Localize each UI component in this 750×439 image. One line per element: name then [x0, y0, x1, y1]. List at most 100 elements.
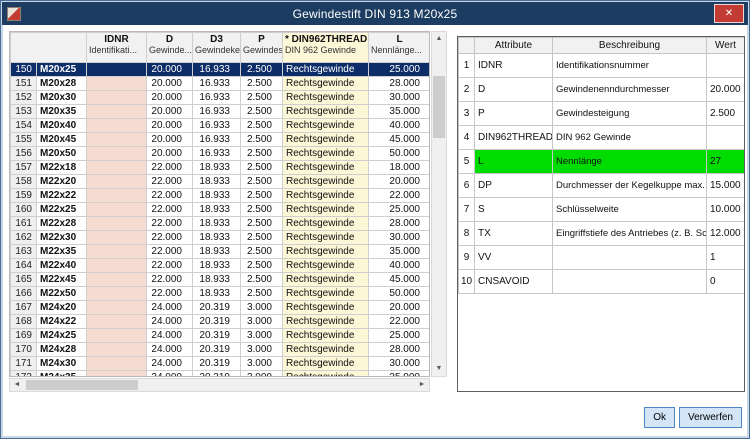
part-cell-thread[interactable]: Rechtsgewinde [283, 301, 369, 315]
part-row[interactable]: 158M22x2022.00018.9332.500Rechtsgewinde2… [11, 175, 431, 189]
attr-header-beschreibung[interactable]: Beschreibung [553, 38, 707, 54]
part-cell-p[interactable]: 3.000 [241, 343, 283, 357]
part-cell-num[interactable]: 152 [11, 91, 37, 105]
scroll-down-arrow[interactable]: ▼ [432, 362, 446, 376]
part-row[interactable]: 151M20x2820.00016.9332.500Rechtsgewinde2… [11, 77, 431, 91]
part-cell-d[interactable]: 24.000 [147, 357, 193, 371]
part-cell-d3[interactable]: 20.319 [193, 329, 241, 343]
part-cell-idnr[interactable] [87, 203, 147, 217]
part-row[interactable]: 164M22x4022.00018.9332.500Rechtsgewinde4… [11, 259, 431, 273]
part-cell-thread[interactable]: Rechtsgewinde [283, 161, 369, 175]
part-cell-label[interactable]: M20x30 [37, 91, 87, 105]
horizontal-scrollbar[interactable]: ◄ ► [9, 378, 430, 392]
part-cell-label[interactable]: M20x25 [37, 63, 87, 77]
part-cell-d[interactable]: 22.000 [147, 203, 193, 217]
part-cell-l[interactable]: 25.000 [369, 63, 431, 77]
part-cell-p[interactable]: 2.500 [241, 273, 283, 287]
part-cell-d3[interactable]: 18.933 [193, 287, 241, 301]
part-cell-idnr[interactable] [87, 245, 147, 259]
part-cell-idnr[interactable] [87, 259, 147, 273]
part-cell-d[interactable]: 20.000 [147, 133, 193, 147]
part-cell-num[interactable]: 163 [11, 245, 37, 259]
attr-cell-wert[interactable]: 2.500 [707, 102, 745, 126]
discard-button[interactable]: Verwerfen [679, 407, 742, 428]
part-cell-d[interactable]: 20.000 [147, 119, 193, 133]
part-cell-num[interactable]: 164 [11, 259, 37, 273]
part-cell-l[interactable]: 22.000 [369, 189, 431, 203]
part-cell-d3[interactable]: 20.319 [193, 301, 241, 315]
part-cell-l[interactable]: 20.000 [369, 175, 431, 189]
part-row[interactable]: 171M24x3024.00020.3193.000Rechtsgewinde3… [11, 357, 431, 371]
part-cell-idnr[interactable] [87, 231, 147, 245]
attr-cell-wert[interactable] [707, 54, 745, 78]
part-cell-l[interactable]: 28.000 [369, 77, 431, 91]
part-cell-d[interactable]: 22.000 [147, 231, 193, 245]
col-header-d3[interactable]: D3 Gewindeke... [193, 33, 241, 63]
part-cell-label[interactable]: M24x28 [37, 343, 87, 357]
attribute-row[interactable]: 8TXEingriffstiefe des Antriebes (z. B. S… [459, 222, 745, 246]
part-cell-num[interactable]: 169 [11, 329, 37, 343]
part-cell-thread[interactable]: Rechtsgewinde [283, 329, 369, 343]
part-cell-d3[interactable]: 18.933 [193, 273, 241, 287]
part-row[interactable]: 165M22x4522.00018.9332.500Rechtsgewinde4… [11, 273, 431, 287]
part-cell-p[interactable]: 3.000 [241, 371, 283, 378]
part-row[interactable]: 166M22x5022.00018.9332.500Rechtsgewinde5… [11, 287, 431, 301]
part-cell-idnr[interactable] [87, 315, 147, 329]
part-cell-num[interactable]: 165 [11, 273, 37, 287]
part-cell-label[interactable]: M22x40 [37, 259, 87, 273]
part-cell-p[interactable]: 3.000 [241, 357, 283, 371]
part-cell-p[interactable]: 2.500 [241, 147, 283, 161]
part-cell-d[interactable]: 20.000 [147, 147, 193, 161]
part-cell-idnr[interactable] [87, 273, 147, 287]
part-cell-d3[interactable]: 18.933 [193, 161, 241, 175]
scroll-right-arrow[interactable]: ► [415, 379, 429, 391]
part-cell-d[interactable]: 22.000 [147, 245, 193, 259]
horizontal-scroll-thumb[interactable] [26, 380, 138, 390]
part-row[interactable]: 172M24x3524.00020.3193.000Rechtsgewinde3… [11, 371, 431, 378]
part-cell-l[interactable]: 40.000 [369, 119, 431, 133]
part-cell-label[interactable]: M24x20 [37, 301, 87, 315]
part-cell-label[interactable]: M20x40 [37, 119, 87, 133]
part-cell-num[interactable]: 154 [11, 119, 37, 133]
part-cell-label[interactable]: M24x30 [37, 357, 87, 371]
part-cell-d[interactable]: 20.000 [147, 63, 193, 77]
part-cell-idnr[interactable] [87, 91, 147, 105]
part-cell-p[interactable]: 2.500 [241, 77, 283, 91]
part-cell-l[interactable]: 30.000 [369, 231, 431, 245]
part-cell-p[interactable]: 2.500 [241, 259, 283, 273]
part-cell-idnr[interactable] [87, 329, 147, 343]
ok-button[interactable]: Ok [644, 407, 675, 428]
part-cell-num[interactable]: 166 [11, 287, 37, 301]
attr-header-attribute[interactable]: Attribute [475, 38, 553, 54]
part-row[interactable]: 167M24x2024.00020.3193.000Rechtsgewinde2… [11, 301, 431, 315]
part-row[interactable]: 156M20x5020.00016.9332.500Rechtsgewinde5… [11, 147, 431, 161]
part-cell-d3[interactable]: 16.933 [193, 147, 241, 161]
part-cell-label[interactable]: M20x28 [37, 77, 87, 91]
part-cell-d3[interactable]: 18.933 [193, 203, 241, 217]
part-cell-num[interactable]: 167 [11, 301, 37, 315]
part-cell-thread[interactable]: Rechtsgewinde [283, 147, 369, 161]
part-cell-l[interactable]: 35.000 [369, 371, 431, 378]
part-cell-d3[interactable]: 16.933 [193, 91, 241, 105]
attr-cell-wert[interactable]: 0 [707, 270, 745, 294]
part-cell-label[interactable]: M22x25 [37, 203, 87, 217]
part-cell-num[interactable]: 170 [11, 343, 37, 357]
part-cell-d3[interactable]: 20.319 [193, 315, 241, 329]
part-row[interactable]: 152M20x3020.00016.9332.500Rechtsgewinde3… [11, 91, 431, 105]
part-cell-l[interactable]: 45.000 [369, 133, 431, 147]
part-cell-p[interactable]: 2.500 [241, 287, 283, 301]
attr-cell-wert[interactable]: 27 [707, 150, 745, 174]
part-cell-l[interactable]: 20.000 [369, 301, 431, 315]
part-cell-l[interactable]: 28.000 [369, 217, 431, 231]
part-cell-num[interactable]: 158 [11, 175, 37, 189]
part-cell-thread[interactable]: Rechtsgewinde [283, 231, 369, 245]
part-cell-d3[interactable]: 18.933 [193, 189, 241, 203]
part-row[interactable]: 153M20x3520.00016.9332.500Rechtsgewinde3… [11, 105, 431, 119]
part-cell-label[interactable]: M20x50 [37, 147, 87, 161]
attr-cell-wert[interactable] [707, 126, 745, 150]
part-cell-num[interactable]: 151 [11, 77, 37, 91]
part-cell-p[interactable]: 2.500 [241, 245, 283, 259]
part-cell-thread[interactable]: Rechtsgewinde [283, 119, 369, 133]
part-cell-d3[interactable]: 18.933 [193, 259, 241, 273]
part-cell-thread[interactable]: Rechtsgewinde [283, 259, 369, 273]
